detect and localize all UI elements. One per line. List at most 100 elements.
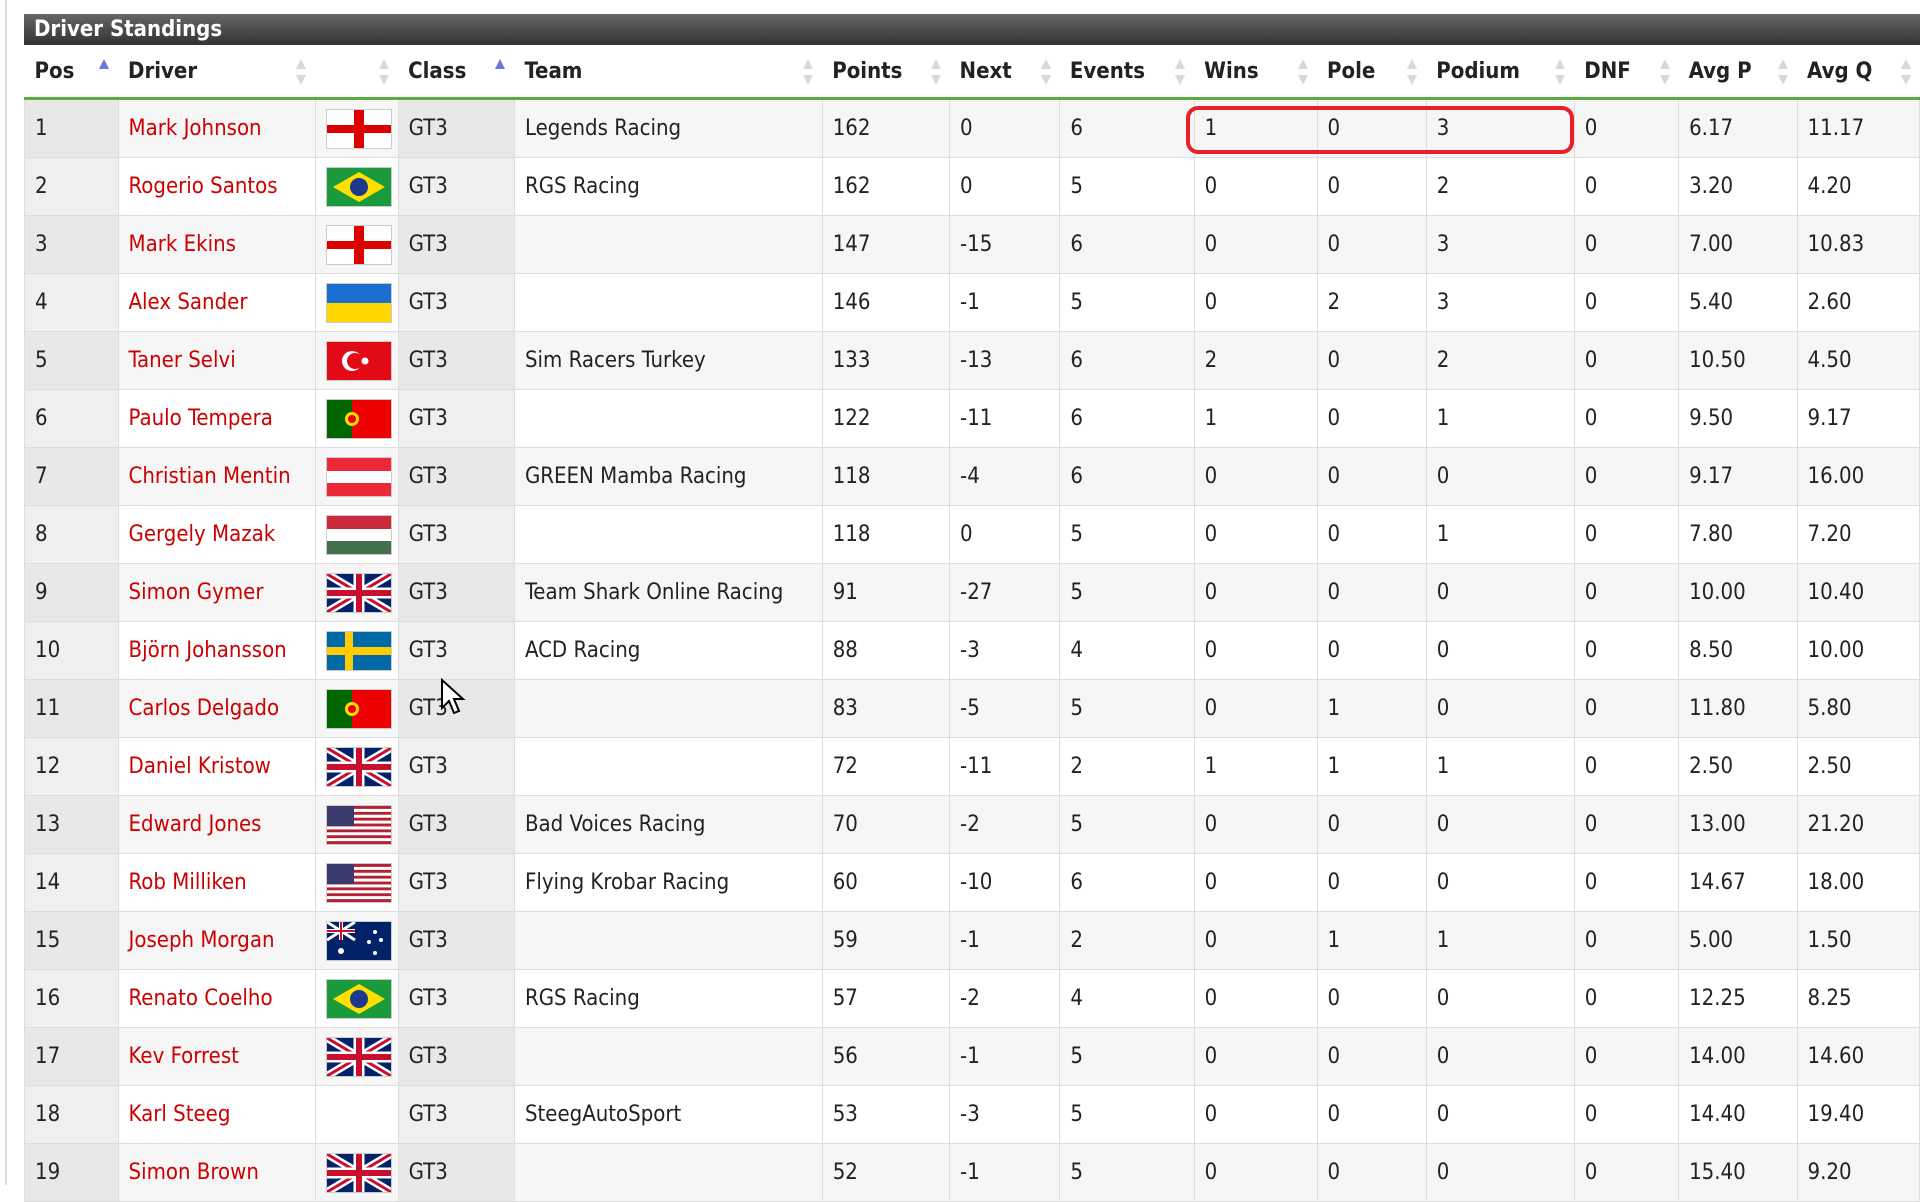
flag-brazil-icon	[325, 166, 392, 207]
cell-wins: 0	[1193, 157, 1318, 216]
cell-points: 122	[821, 389, 951, 448]
driver-link[interactable]: Rob Milliken	[117, 853, 316, 912]
cell-podium: 0	[1425, 1027, 1575, 1086]
cell-events: 6	[1059, 389, 1195, 448]
cell-pos: 13	[24, 795, 119, 854]
flag-brazil-icon	[325, 978, 392, 1019]
driver-link[interactable]: Gergely Mazak	[117, 505, 316, 564]
driver-link[interactable]: Carlos Delgado	[117, 679, 316, 738]
driver-link[interactable]: Simon Gymer	[117, 563, 316, 622]
cell-flag	[314, 969, 399, 1028]
sort-icon	[1175, 59, 1186, 85]
driver-link[interactable]: Daniel Kristow	[117, 737, 316, 796]
cell-podium: 3	[1425, 215, 1575, 274]
driver-link[interactable]: Kev Forrest	[117, 1027, 316, 1086]
cell-wins: 0	[1193, 853, 1318, 912]
driver-link[interactable]: Karl Steeg	[117, 1085, 316, 1144]
cell-wins: 0	[1193, 911, 1318, 970]
column-label: DNF	[1584, 58, 1631, 84]
sort-icon	[803, 59, 814, 85]
driver-link[interactable]: Joseph Morgan	[117, 911, 316, 970]
cell-avgp: 10.00	[1678, 563, 1798, 622]
cell-avgp: 15.40	[1678, 1143, 1798, 1202]
cell-wins: 0	[1193, 679, 1318, 738]
cell-next: -1	[949, 911, 1061, 970]
cell-wins: 0	[1193, 1027, 1318, 1086]
cell-points: 147	[821, 215, 951, 274]
cell-flag	[314, 1085, 399, 1144]
cell-class: GT3	[397, 1143, 515, 1202]
cell-points: 162	[821, 157, 951, 216]
cell-pos: 18	[24, 1085, 119, 1144]
flag-uk-icon	[325, 572, 392, 613]
column-header-podium[interactable]: Podium	[1426, 45, 1575, 100]
column-header-next[interactable]: Next	[949, 45, 1060, 100]
driver-link[interactable]: Taner Selvi	[117, 331, 316, 390]
cell-events: 5	[1059, 563, 1195, 622]
driver-link[interactable]: Edward Jones	[117, 795, 316, 854]
cell-podium: 0	[1425, 1085, 1575, 1144]
table-row: 12 Daniel Kristow GT3 72 -11 2 1 1 1 0 2.50 2.50	[24, 737, 1920, 796]
table-row: 17 Kev Forrest GT3 56 -1 5 0 0 0 0 14.00 14.60	[24, 1027, 1920, 1086]
cell-dnf: 0	[1573, 1143, 1680, 1202]
driver-link[interactable]: Renato Coelho	[117, 969, 316, 1028]
column-header-wins[interactable]: Wins	[1194, 45, 1318, 100]
cell-pole: 0	[1316, 447, 1427, 506]
cell-class: GT3	[397, 853, 515, 912]
column-header-pole[interactable]: Pole	[1317, 45, 1427, 100]
column-header-dnf[interactable]: DNF	[1574, 45, 1679, 100]
cell-dnf: 0	[1573, 331, 1680, 390]
cell-team: SteegAutoSport	[513, 1085, 823, 1144]
cell-events: 6	[1059, 98, 1195, 158]
cell-points: 162	[821, 98, 951, 158]
cell-avgq: 10.83	[1796, 215, 1920, 274]
cell-podium: 1	[1425, 505, 1575, 564]
cell-dnf: 0	[1573, 621, 1680, 680]
cell-flag	[314, 331, 399, 390]
driver-link[interactable]: Paulo Tempera	[117, 389, 316, 448]
panel-title: Driver Standings	[24, 14, 1920, 45]
cell-next: -3	[949, 1085, 1061, 1144]
driver-link[interactable]: Christian Mentin	[117, 447, 316, 506]
driver-link[interactable]: Björn Johansson	[117, 621, 316, 680]
sort-icon	[495, 59, 506, 69]
mouse-cursor-icon	[441, 678, 466, 715]
cell-events: 5	[1059, 273, 1195, 332]
cell-team: Team Shark Online Racing	[513, 563, 823, 622]
column-header-points[interactable]: Points	[822, 45, 950, 100]
cell-points: 83	[821, 679, 951, 738]
cell-pole: 0	[1316, 157, 1427, 216]
column-header-class[interactable]: Class	[398, 45, 515, 100]
cell-next: -11	[949, 737, 1061, 796]
driver-link[interactable]: Simon Brown	[117, 1143, 316, 1202]
column-header-pos[interactable]: Pos	[24, 45, 119, 100]
cell-avgp: 2.50	[1678, 737, 1798, 796]
column-header-events[interactable]: Events	[1059, 45, 1195, 100]
cell-pos: 9	[24, 563, 119, 622]
cell-wins: 1	[1193, 389, 1318, 448]
sort-icon	[1778, 59, 1789, 85]
cell-avgq: 4.50	[1796, 331, 1920, 390]
cell-team: Legends Racing	[513, 98, 823, 158]
cell-avgq: 1.50	[1796, 911, 1920, 970]
column-header-team[interactable]: Team	[514, 45, 823, 100]
cell-pos: 2	[24, 157, 119, 216]
column-header-avg-p[interactable]: Avg P	[1678, 45, 1798, 100]
cell-flag	[314, 273, 399, 332]
sort-icon	[296, 59, 307, 85]
column-label: Pole	[1327, 58, 1376, 84]
cell-points: 70	[821, 795, 951, 854]
column-header-flag[interactable]	[315, 45, 399, 100]
driver-link[interactable]: Rogerio Santos	[117, 157, 316, 216]
cell-pole: 0	[1316, 215, 1427, 274]
driver-link[interactable]: Mark Johnson	[117, 98, 316, 158]
driver-link[interactable]: Mark Ekins	[117, 215, 316, 274]
cell-flag	[314, 98, 399, 158]
cell-avgp: 3.20	[1678, 157, 1798, 216]
cell-next: -27	[949, 563, 1061, 622]
column-header-avg-q[interactable]: Avg Q	[1797, 45, 1920, 100]
driver-link[interactable]: Alex Sander	[117, 273, 316, 332]
cell-avgq: 18.00	[1796, 853, 1920, 912]
cell-avgq: 16.00	[1796, 447, 1920, 506]
column-header-driver[interactable]: Driver	[118, 45, 316, 100]
